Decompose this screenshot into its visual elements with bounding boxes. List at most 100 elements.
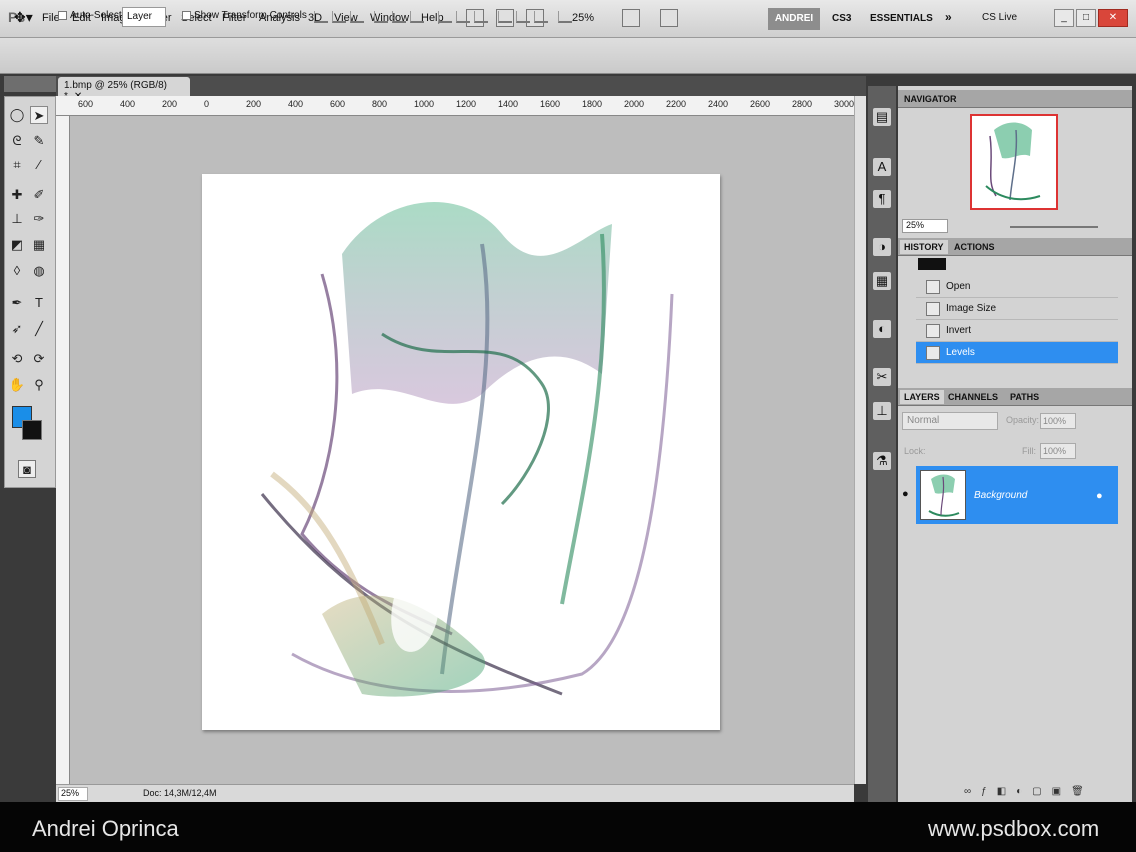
background-color-swatch[interactable] [22, 420, 42, 440]
auto-select-checkbox[interactable]: Auto-Select: [58, 10, 124, 21]
vertical-scrollbar[interactable] [854, 96, 866, 784]
workspace-essentials-button[interactable]: ESSENTIALS [870, 13, 933, 24]
move-tool-icon[interactable]: ➤ [30, 106, 48, 124]
close-icon[interactable]: ✕ [1098, 9, 1128, 27]
quick-selection-tool-icon[interactable]: ✎ [30, 132, 48, 150]
tool-presets-icon[interactable]: ✂ [873, 368, 891, 386]
history-item-levels[interactable]: Levels [916, 342, 1118, 364]
navigator-thumbnail[interactable] [970, 114, 1058, 210]
histogram-icon[interactable]: ▤ [873, 108, 891, 126]
path-selection-tool-icon[interactable]: ➶ [8, 320, 26, 338]
arrange-documents-icon[interactable] [622, 9, 640, 27]
tab-actions[interactable]: ACTIONS [950, 240, 999, 254]
workspace-cs3-button[interactable]: CS3 [832, 13, 851, 24]
auto-align-icon[interactable] [558, 11, 572, 23]
pen-tool-icon[interactable]: ✒ [8, 294, 26, 312]
auto-select-label: Auto-Select: [70, 10, 125, 21]
3d-orbit-tool-icon[interactable]: ⟳ [30, 350, 48, 368]
brush-presets-icon[interactable]: ⚗ [873, 452, 891, 470]
minimize-icon[interactable]: _ [1054, 9, 1074, 27]
character-icon[interactable]: A [873, 158, 891, 176]
zoom-tool-icon[interactable]: ⚲ [30, 376, 48, 394]
document-canvas[interactable] [202, 174, 720, 730]
clone-source-icon[interactable]: ⊥ [873, 402, 891, 420]
3d-rotate-tool-icon[interactable]: ⟲ [8, 350, 26, 368]
ruler-tick-label: 1400 [498, 99, 519, 109]
history-item-invert[interactable]: Invert [916, 320, 1118, 342]
document-size-status[interactable]: Doc: 14,3M/12,4M [143, 788, 217, 798]
align-right-icon[interactable] [410, 11, 424, 23]
swatches-icon[interactable]: ▦ [873, 272, 891, 290]
ruler-tick-label: 1200 [456, 99, 477, 109]
layer-preview [928, 474, 960, 517]
distribute-middle-icon[interactable] [456, 11, 470, 23]
align-bottom-icon[interactable] [350, 11, 364, 23]
paragraph-icon[interactable]: ¶ [873, 190, 891, 208]
distribute-right-icon[interactable] [534, 11, 548, 23]
lasso-tool-icon[interactable]: ᘓ [8, 132, 26, 150]
distribute-bottom-icon[interactable] [474, 11, 488, 23]
clone-stamp-tool-icon[interactable]: ⊥ [8, 210, 26, 228]
layer-name[interactable]: Background [974, 490, 1027, 501]
dodge-tool-icon[interactable]: ◍ [30, 262, 48, 280]
tab-paths[interactable]: PATHS [1006, 390, 1043, 404]
history-snapshot[interactable] [918, 258, 946, 270]
cs-live-button[interactable]: CS Live [982, 12, 1017, 23]
workspace-andrei-button[interactable]: ANDREI [768, 8, 820, 30]
blur-tool-icon[interactable]: ◊ [8, 262, 26, 280]
eyedropper-tool-icon[interactable]: ⁄ [30, 156, 48, 174]
history-brush-tool-icon[interactable]: ✑ [30, 210, 48, 228]
tools-panel-header[interactable] [4, 76, 56, 92]
zoom-level-select[interactable]: 25% [572, 12, 594, 24]
layer-thumbnail [920, 470, 966, 520]
quick-mask-icon[interactable]: ◙ [18, 460, 36, 478]
type-tool-icon[interactable]: T [30, 294, 48, 312]
opacity-field[interactable]: 100% [1040, 413, 1076, 429]
crop-tool-icon[interactable]: ⌗ [8, 156, 26, 174]
tab-channels[interactable]: CHANNELS [944, 390, 1002, 404]
ruler-tick-label: 2400 [708, 99, 729, 109]
workspace-more-icon[interactable]: » [945, 10, 952, 24]
brush-tool-icon[interactable]: ✐ [30, 186, 48, 204]
ruler-tick-label: 3000 [834, 99, 855, 109]
distribute-center-icon[interactable] [516, 11, 530, 23]
color-icon[interactable]: ◑ [873, 238, 891, 256]
tab-history[interactable]: HISTORY [900, 240, 948, 254]
ruler-tick-label: 800 [372, 99, 388, 109]
ruler-tick-label: 1800 [582, 99, 603, 109]
line-tool-icon[interactable]: ╱ [30, 320, 48, 338]
history-item-image-size[interactable]: Image Size [916, 298, 1118, 320]
ruler-tick-label: 200 [246, 99, 262, 109]
document-tab[interactable]: 1.bmp @ 25% (RGB/8) *✕ [58, 77, 190, 102]
navigator-zoom-slider[interactable] [1010, 226, 1098, 228]
navigator-zoom-field[interactable]: 25% [902, 219, 948, 233]
blend-mode-select[interactable]: Normal [902, 412, 998, 430]
tab-navigator[interactable]: NAVIGATOR [900, 92, 961, 106]
distribute-left-icon[interactable] [498, 11, 512, 23]
align-center-icon[interactable] [392, 11, 406, 23]
layers-panel-header: LAYERS CHANNELS PATHS [898, 388, 1132, 406]
eraser-tool-icon[interactable]: ◩ [8, 236, 26, 254]
hand-tool-icon[interactable]: ✋ [8, 376, 26, 394]
maximize-icon[interactable]: □ [1076, 9, 1096, 27]
align-middle-icon[interactable] [332, 11, 346, 23]
align-left-icon[interactable] [374, 11, 388, 23]
ruler-tick-label: 1600 [540, 99, 561, 109]
status-zoom-field[interactable]: 25% [58, 787, 88, 801]
move-tool-preset-icon[interactable]: ✥▾ [14, 9, 33, 26]
eye-icon[interactable]: ● [902, 488, 909, 500]
adjustments-icon[interactable]: ◐ [873, 320, 891, 338]
screen-mode-icon[interactable] [660, 9, 678, 27]
marquee-tool-icon[interactable]: ◯ [8, 106, 26, 124]
fill-field[interactable]: 100% [1040, 443, 1076, 459]
auto-select-target-dropdown[interactable]: Layer [122, 7, 166, 27]
distribute-top-icon[interactable] [438, 11, 452, 23]
align-top-icon[interactable] [314, 11, 328, 23]
tab-layers[interactable]: LAYERS [900, 390, 944, 404]
show-transform-controls-checkbox[interactable]: Show Transform Controls [182, 10, 307, 21]
layer-actions-icons[interactable]: ∞ƒ◧◐▢▣🗑 [964, 786, 1094, 797]
spot-healing-tool-icon[interactable]: ✚ [8, 186, 26, 204]
gradient-tool-icon[interactable]: ▦ [30, 236, 48, 254]
ruler-tick-label: 2200 [666, 99, 687, 109]
history-item-open[interactable]: Open [916, 276, 1118, 298]
